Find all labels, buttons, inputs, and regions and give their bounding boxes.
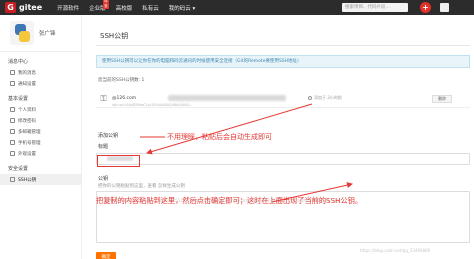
sidebar-item-label: 通知设置 [18,81,36,87]
user-icon [10,107,15,112]
annotation-note-1: 不用理睬，粘贴后会自动生成即可 [167,133,272,141]
key-icon [10,177,15,182]
lock-icon [10,118,15,123]
nav-my-gitee[interactable]: 我的码云 ▾ [169,4,196,12]
nav-education[interactable]: 高校版 [116,4,133,12]
sidebar-item-label: 手机号管理 [18,140,41,146]
key-count-text: 您当前的SSH公钥数: 1 [98,78,145,83]
nav-private-cloud[interactable]: 私有云 [142,4,159,12]
section-security: 安全设置 [8,166,29,172]
sidebar-item-emails[interactable]: 多邮箱管理 [0,126,81,137]
message-icon [10,70,15,75]
key-label: 公钥 [98,176,109,182]
sidebar-item-phone[interactable]: 手机号管理 [0,137,81,148]
sidebar-item-notify-settings[interactable]: 通知设置 [0,78,81,89]
user-avatar[interactable] [440,3,449,12]
nav-open-source[interactable]: 开源软件 [57,4,79,12]
gitee-logo-text: gitee [19,3,43,12]
phone-icon [10,140,15,145]
key-title-input[interactable] [96,153,470,165]
key-fingerprint: ssh-rsa AAAAB3NzaC1yc2EAAAADAQABAAABAQ..… [112,103,193,107]
sidebar-item-label: 外观设置 [18,151,36,157]
user-name: 张广锋 [39,31,56,37]
sidebar-item-appearance[interactable]: 外观设置 [0,148,81,159]
key-email: @126.com [112,96,137,101]
main-content: SSH公钥 使用SSH公钥可以让你在你的电脑和码云通讯的时候使用安全连接（Git… [86,15,474,259]
annotation-highlight-box [97,155,140,167]
search-input[interactable]: 搜索项目、代码片段... [342,3,408,12]
bell-icon [10,81,15,86]
user-profile: 张广锋 [0,15,81,52]
top-nav-bar: G gitee 开源软件 企业版 特惠 高校版 私有云 我的码云 ▾ 搜索项目、… [0,0,474,15]
main-nav: 开源软件 企业版 特惠 高校版 私有云 我的码云 ▾ [57,0,196,12]
ssh-key-row: ⚿ @126.com ssh-rsa AAAAB3NzaC1yc2EAAAADA… [96,90,470,108]
sidebar-item-label: 多邮箱管理 [18,129,41,135]
sidebar-item-my-messages[interactable]: 我的消息 [0,67,81,78]
add-key-heading: 添加公钥 [98,133,119,139]
python-logo-avatar [10,21,34,45]
gitee-logo[interactable]: G gitee [5,2,42,13]
gitee-logo-icon: G [5,2,16,13]
delete-key-button[interactable]: 删除 [432,95,452,103]
key-added-time: 添加于 3小时前 [314,95,342,100]
settings-sidebar: 张广锋 消息中心 我的消息 通知设置 基本设置 个人资料 修改密码 多邮箱管理 … [0,15,82,259]
plus-icon[interactable]: + [420,2,431,13]
section-basic: 基本设置 [8,96,29,102]
sidebar-item-label: 我的消息 [18,70,36,76]
promo-badge: 特惠 [103,0,109,9]
mail-icon [10,129,15,134]
redacted-key-info [168,95,286,101]
sidebar-item-profile[interactable]: 个人资料 [0,104,81,115]
palette-icon [10,151,15,156]
sidebar-item-label: SSH公钥 [18,177,37,183]
key-icon: ⚿ [100,94,107,103]
annotation-note-2: 把复制的内容粘贴到这里，然后点击确定即可；这时在上面出现了当前的SSH公钥。 [96,196,363,205]
info-banner: 使用SSH公钥可以让你在你的电脑和码云通讯的时候使用安全连接（Git的Remot… [96,55,470,68]
sidebar-item-password[interactable]: 修改密码 [0,115,81,126]
page-title: SSH公钥 [100,32,129,40]
section-messages: 消息中心 [8,59,29,65]
key-hint: 把你的公钥粘贴到这里，查看 怎样生成公钥 [98,184,185,189]
clock-icon [308,96,312,100]
sidebar-item-label: 修改密码 [18,118,36,124]
divider [96,45,470,46]
watermark: https://blog.csdn.net/qq_33494866 [360,248,431,253]
sidebar-item-label: 个人资料 [18,107,36,113]
nav-enterprise[interactable]: 企业版 特惠 [89,0,109,12]
title-label: 标题 [98,144,109,150]
sidebar-item-ssh-keys[interactable]: SSH公钥 [0,174,81,185]
confirm-button[interactable]: 确定 [96,252,116,259]
